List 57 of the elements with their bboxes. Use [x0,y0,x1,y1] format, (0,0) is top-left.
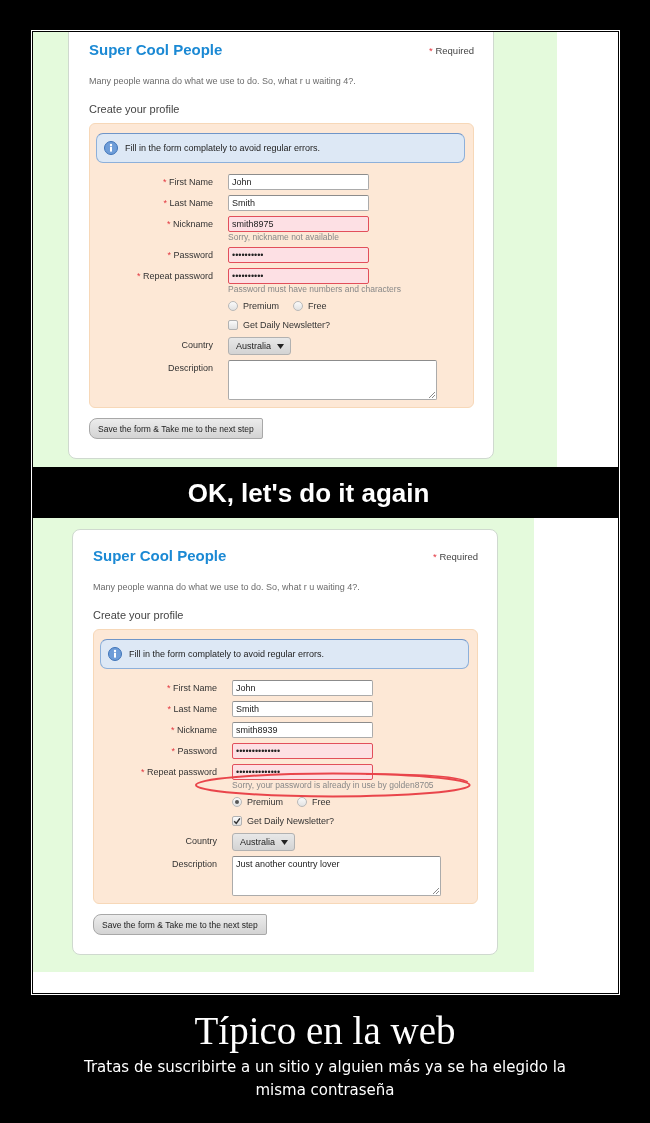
password-field[interactable]: •••••••••• [228,247,369,263]
field-label: Country [185,835,217,848]
field-label: * First Name [162,176,213,189]
notice-text: Fill in the form complately to avoid regular errors. [129,649,325,659]
description-field[interactable]: Just another country lover [232,856,441,896]
intro-text: Many people wanna do what we use to do. So, what r u waiting 4?. [93,581,361,593]
resize-grip-icon [432,887,439,894]
required-note: * Required [433,550,478,562]
field-label: * Last Name [163,197,213,210]
poster-subtitle: Tratas de suscribirte a un sitio y alguien más ya se ha elegido la misma contraseña [83,1057,567,1101]
text-field[interactable]: smith8975 [228,216,369,232]
field-label: * Nickname [170,724,217,737]
site-title: Super Cool People [93,546,227,566]
field-label: * Password [171,745,217,758]
required-note: * Required [429,44,474,56]
field-label: Description [167,362,213,375]
hint-text: Sorry, nickname not available [228,232,339,242]
caret-icon [281,839,288,845]
radio-option[interactable]: Free [297,795,331,809]
text-field[interactable]: smith8939 [232,722,373,738]
resize-grip-icon [428,391,435,398]
radio-option[interactable]: Free [293,299,327,313]
save-button[interactable]: Save the form & Take me to the next step [93,914,267,935]
description-field[interactable] [228,360,437,400]
hint-text: Sorry, your password is already in use by golden8705 [232,780,434,790]
caret-icon [277,343,284,349]
country-dropdown[interactable]: Australia [232,833,295,851]
checkbox-option[interactable]: Get Daily Newsletter? [228,318,331,332]
text-field[interactable]: John [232,680,373,696]
field-label: * First Name [166,682,217,695]
password-field[interactable]: •••••••••••••• [232,743,373,759]
text-field[interactable]: Smith [232,701,373,717]
field-label: * Last Name [167,703,217,716]
field-label: * Repeat password [136,270,213,283]
field-label: Description [171,858,217,871]
checkbox-option[interactable]: Get Daily Newsletter? [232,814,335,828]
info-icon [108,647,122,661]
info-icon [104,141,118,155]
intro-text: Many people wanna do what we use to do. So, what r u waiting 4?. [89,75,357,87]
password-field[interactable]: •••••••••• [228,268,369,284]
poster-title: Típico en la web [193,1009,457,1053]
text-field[interactable]: John [228,174,369,190]
save-button[interactable]: Save the form & Take me to the next step [89,418,263,439]
radio-option[interactable]: Premium [232,795,283,809]
radio-option[interactable]: Premium [228,299,279,313]
hint-text: Password must have numbers and characters [228,284,401,294]
site-title: Super Cool People [89,40,223,60]
country-dropdown[interactable]: Australia [228,337,291,355]
field-label: * Nickname [166,218,213,231]
text-field[interactable]: Smith [228,195,369,211]
section-heading: Create your profile [89,102,181,116]
field-label: Country [181,339,213,352]
field-label: * Repeat password [140,766,217,779]
section-heading: Create your profile [93,608,185,622]
field-label: * Password [167,249,213,262]
caption-text: OK, let's do it again [187,477,430,508]
notice-text: Fill in the form complately to avoid regular errors. [125,143,321,153]
